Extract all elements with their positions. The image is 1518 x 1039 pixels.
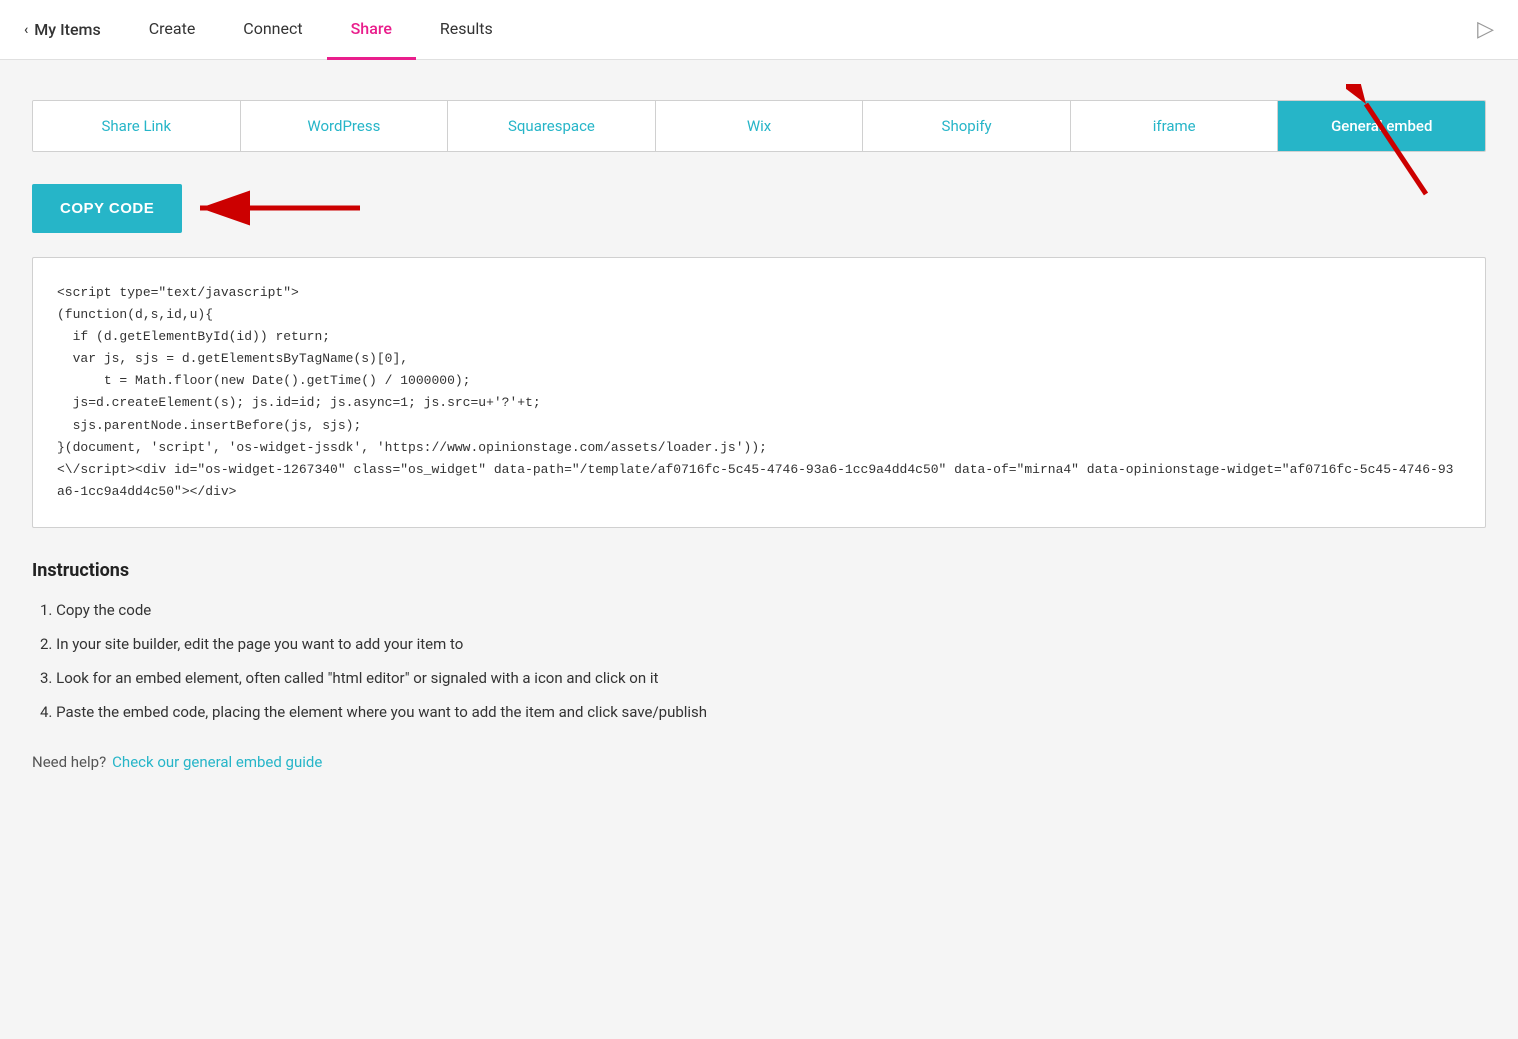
tab-wix[interactable]: Wix: [656, 101, 864, 151]
tab-squarespace[interactable]: Squarespace: [448, 101, 656, 151]
copy-code-button[interactable]: COPY CODE: [32, 184, 182, 233]
instructions-title: Instructions: [32, 560, 1486, 581]
need-help-label: Need help?: [32, 753, 106, 771]
instruction-item-3: Look for an embed element, often called …: [32, 669, 1486, 687]
copy-code-section: COPY CODE: [32, 184, 1486, 233]
tab-wordpress[interactable]: WordPress: [241, 101, 449, 151]
left-arrow-annotation: [180, 180, 380, 240]
instruction-item-1: Copy the code: [32, 601, 1486, 619]
nav-item-connect[interactable]: Connect: [219, 0, 326, 60]
main-content: Share Link WordPress Squarespace Wix Sho…: [0, 60, 1518, 811]
instructions-list: Copy the code In your site builder, edit…: [32, 601, 1486, 721]
tab-bar: Share Link WordPress Squarespace Wix Sho…: [32, 100, 1486, 152]
need-help-section: Need help? Check our general embed guide: [32, 753, 1486, 771]
nav-item-share[interactable]: Share: [327, 0, 416, 60]
top-navigation: ‹ My Items Create Connect Share Results …: [0, 0, 1518, 60]
instructions-section: Instructions Copy the code In your site …: [32, 560, 1486, 721]
cursor-icon: ▷: [1477, 17, 1494, 42]
embed-code-block: <script type="text/javascript"> (functio…: [32, 257, 1486, 528]
back-to-my-items[interactable]: ‹ My Items: [24, 20, 101, 39]
nav-right: ▷: [1477, 17, 1494, 42]
back-label: My Items: [34, 20, 100, 39]
tab-share-link[interactable]: Share Link: [33, 101, 241, 151]
general-embed-guide-link[interactable]: Check our general embed guide: [112, 753, 322, 771]
nav-item-results[interactable]: Results: [416, 0, 517, 60]
nav-items: Create Connect Share Results: [125, 0, 517, 60]
nav-item-create[interactable]: Create: [125, 0, 220, 60]
tab-iframe[interactable]: iframe: [1071, 101, 1279, 151]
instruction-item-2: In your site builder, edit the page you …: [32, 635, 1486, 653]
instruction-item-4: Paste the embed code, placing the elemen…: [32, 703, 1486, 721]
right-arrow-annotation: [1346, 84, 1466, 204]
tab-shopify[interactable]: Shopify: [863, 101, 1071, 151]
chevron-left-icon: ‹: [24, 22, 28, 38]
